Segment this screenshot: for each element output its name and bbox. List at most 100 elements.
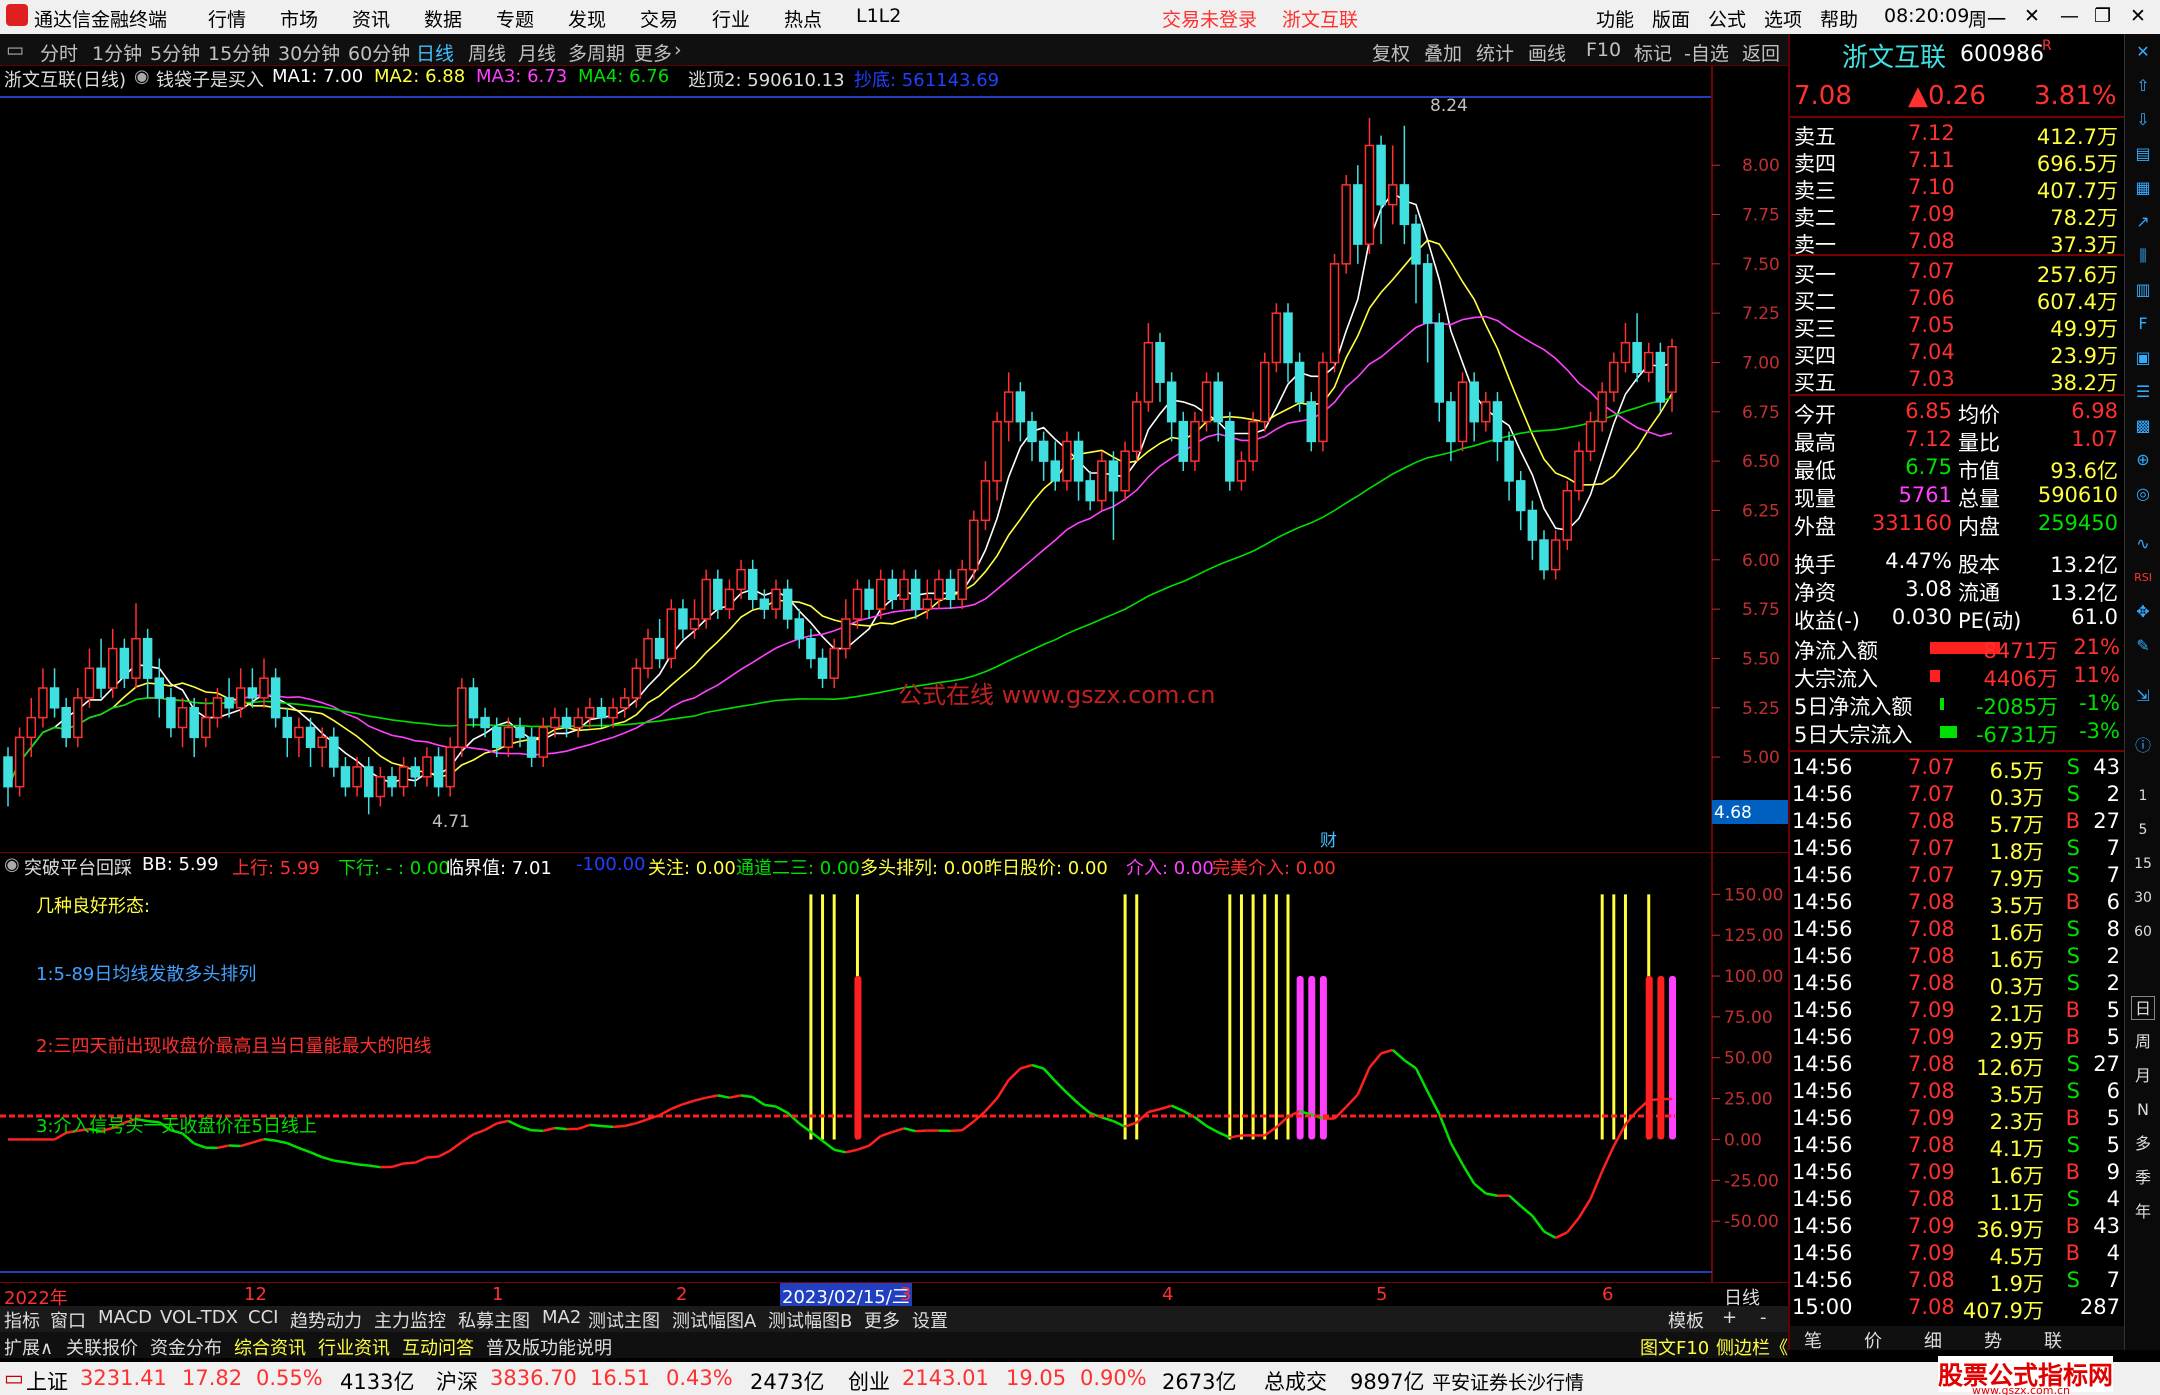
- share-icon[interactable]: ⊕: [2131, 448, 2155, 472]
- legend-gear-icon[interactable]: ◉: [134, 66, 150, 87]
- period-multi[interactable]: 多周期: [568, 39, 625, 66]
- sidebar-period-year[interactable]: 年: [2131, 1200, 2155, 1224]
- arrow-down-icon[interactable]: ⇩: [2131, 108, 2155, 132]
- period-5min[interactable]: 5分钟: [150, 39, 200, 66]
- menu-hangqing[interactable]: 行情: [208, 5, 246, 32]
- pencil-icon[interactable]: ✎: [2131, 634, 2155, 658]
- period-daily[interactable]: 日线: [416, 39, 454, 66]
- sidebar-period-season[interactable]: 季: [2131, 1166, 2155, 1190]
- menu-xuanxiang[interactable]: 选项: [1764, 5, 1802, 32]
- tick-row[interactable]: 14:56 7.07 7.9万 S 7: [1790, 862, 2124, 891]
- tick-row[interactable]: 14:56 7.08 0.3万 S 2: [1790, 970, 2124, 999]
- tick-row[interactable]: 14:56 7.09 36.9万 B 43: [1790, 1213, 2124, 1242]
- tool-fuquan[interactable]: 复权: [1372, 39, 1410, 66]
- tick-row[interactable]: 14:56 7.08 1.9万 S 7: [1790, 1267, 2124, 1296]
- zoom-in-button[interactable]: +: [1722, 1307, 1737, 1328]
- broker-name[interactable]: 平安证券长沙行情: [1432, 1368, 1584, 1395]
- period-fenshi[interactable]: 分时: [40, 39, 78, 66]
- tab-macd[interactable]: MACD: [98, 1307, 152, 1328]
- tool-fanhui[interactable]: 返回: [1742, 39, 1780, 66]
- tab-more[interactable]: 更多: [864, 1307, 900, 1333]
- tab-hangyezixun[interactable]: 行业资讯: [318, 1334, 390, 1360]
- sidebar-period-60[interactable]: 60: [2131, 920, 2155, 944]
- tick-row[interactable]: 14:56 7.08 1.6万 S 8: [1790, 916, 2124, 945]
- period-15min[interactable]: 15分钟: [208, 39, 270, 66]
- tick-row[interactable]: 14:56 7.07 6.5万 S 43: [1790, 754, 2124, 783]
- rsi-icon[interactable]: RSI: [2131, 566, 2155, 590]
- arrow-up-icon[interactable]: ⇧: [2131, 74, 2155, 98]
- tab-settings[interactable]: 设置: [912, 1307, 948, 1333]
- export-icon[interactable]: ⇲: [2131, 684, 2155, 708]
- tab-expand[interactable]: 扩展∧: [4, 1334, 53, 1360]
- tab-ma2[interactable]: MA2: [542, 1307, 581, 1328]
- tool-huaxian[interactable]: 画线: [1528, 39, 1566, 66]
- menu-hangye[interactable]: 行业: [712, 5, 750, 32]
- tab-zonghezixun[interactable]: 综合资讯: [234, 1334, 306, 1360]
- tab-ceshizhutu[interactable]: 测试主图: [588, 1307, 660, 1333]
- menu-zhuanti[interactable]: 专题: [496, 5, 534, 32]
- tab-zhulijiankong[interactable]: 主力监控: [374, 1307, 446, 1333]
- tick-row[interactable]: 14:56 7.08 1.1万 S 4: [1790, 1186, 2124, 1215]
- tab-vol-tdx[interactable]: VOL-TDX: [160, 1307, 238, 1328]
- sidebar-period-week[interactable]: 周: [2131, 1030, 2155, 1054]
- login-status[interactable]: 交易未登录: [1162, 5, 1257, 32]
- tick-row[interactable]: 14:56 7.07 0.3万 S 2: [1790, 781, 2124, 810]
- menu-zixun[interactable]: 资讯: [352, 5, 390, 32]
- sh-name[interactable]: 上证: [26, 1366, 68, 1395]
- tick-row[interactable]: 14:56 7.09 2.9万 B 5: [1790, 1024, 2124, 1053]
- grid-icon[interactable]: ▦: [2131, 176, 2155, 200]
- collapse-icon[interactable]: ▭: [6, 39, 24, 61]
- period-60min[interactable]: 60分钟: [348, 39, 410, 66]
- tool-zixuan[interactable]: -自选: [1684, 39, 1729, 66]
- sidebar-period-15[interactable]: 15: [2131, 852, 2155, 876]
- doc-icon[interactable]: ▤: [2131, 142, 2155, 166]
- info-icon[interactable]: ⓘ: [2131, 734, 2155, 758]
- calendar-icon[interactable]: ▩: [2131, 414, 2155, 438]
- tab-zhibiao[interactable]: 指标: [4, 1307, 40, 1333]
- menu-bangzhu[interactable]: 帮助: [1820, 5, 1858, 32]
- tick-row[interactable]: 14:56 7.09 1.6万 B 9: [1790, 1159, 2124, 1188]
- refresh-icon[interactable]: ◎: [2131, 482, 2155, 506]
- sidebar-period-30[interactable]: 30: [2131, 886, 2155, 910]
- move-icon[interactable]: ✥: [2131, 600, 2155, 624]
- menu-redian[interactable]: 热点: [784, 5, 822, 32]
- menu-gongshi[interactable]: 公式: [1708, 5, 1746, 32]
- period-30min[interactable]: 30分钟: [278, 39, 340, 66]
- tab-chuangkou[interactable]: 窗口: [50, 1307, 86, 1333]
- line-chart-icon[interactable]: ↗: [2131, 210, 2155, 234]
- panel-tab-bi[interactable]: 笔: [1804, 1327, 1822, 1353]
- tick-row[interactable]: 15:00 7.08 407.9万 287: [1790, 1294, 2124, 1323]
- maximize-icon[interactable]: ❐: [2094, 5, 2111, 27]
- tick-row[interactable]: 14:56 7.08 12.6万 S 27: [1790, 1051, 2124, 1080]
- list-icon[interactable]: ☰: [2131, 380, 2155, 404]
- fin-icon[interactable]: F: [2131, 312, 2155, 336]
- menu-shichang[interactable]: 市场: [280, 5, 318, 32]
- tab-ceshifutu-b[interactable]: 测试幅图B: [768, 1307, 852, 1333]
- cai-marker[interactable]: 财: [1320, 831, 1337, 851]
- menu-shuju[interactable]: 数据: [424, 5, 462, 32]
- cy-name[interactable]: 创业: [848, 1366, 890, 1395]
- main-kline-chart[interactable]: 8.00 7.75 7.50 7.25 7.00 6.75 6.50 6.25 6.00 5.75…: [0, 66, 1788, 852]
- menu-banmian[interactable]: 版面: [1652, 5, 1690, 32]
- tool-tongji[interactable]: 统计: [1476, 39, 1514, 66]
- minimize-icon[interactable]: —: [2060, 5, 2079, 27]
- panel-tab-lian[interactable]: 联: [2044, 1327, 2062, 1353]
- period-monthly[interactable]: 月线: [518, 39, 556, 66]
- panel-tab-jia[interactable]: 价: [1864, 1327, 1882, 1353]
- status-expand-icon[interactable]: ▭: [4, 1366, 24, 1390]
- panel-tab-xi[interactable]: 细: [1924, 1327, 1942, 1353]
- period-weekly[interactable]: 周线: [468, 39, 506, 66]
- period-1min[interactable]: 1分钟: [92, 39, 142, 66]
- tab-hudongwenda[interactable]: 互动问答: [402, 1334, 474, 1360]
- template-button[interactable]: 模板: [1668, 1307, 1704, 1333]
- tab-version-info[interactable]: 普及版功能说明: [486, 1334, 612, 1360]
- tick-row[interactable]: 14:56 7.08 3.5万 S 6: [1790, 1078, 2124, 1107]
- tuwen-f10-button[interactable]: 图文F10: [1640, 1334, 1709, 1360]
- tab-cci[interactable]: CCI: [248, 1307, 278, 1328]
- tool-diejia[interactable]: 叠加: [1424, 39, 1462, 66]
- sidebar-period-1[interactable]: 1: [2131, 784, 2155, 808]
- tick-row[interactable]: 14:56 7.09 2.1万 B 5: [1790, 997, 2124, 1026]
- tick-row[interactable]: 14:56 7.08 5.7万 B 27: [1790, 808, 2124, 837]
- table-icon[interactable]: ▥: [2131, 278, 2155, 302]
- period-more[interactable]: 更多: [634, 39, 672, 66]
